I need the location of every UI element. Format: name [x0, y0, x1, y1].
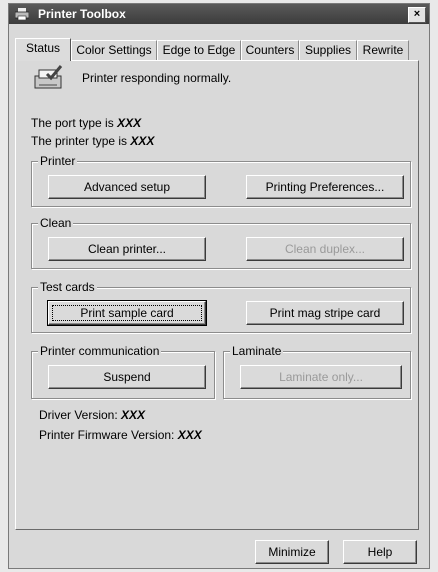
laminate-group-title: Laminate	[230, 344, 284, 358]
firmware-version-value: XXX	[177, 428, 202, 442]
tab-supplies[interactable]: Supplies	[299, 40, 357, 60]
port-type-line: The port type is XXX	[31, 116, 141, 130]
printer-group: Printer Advanced setup Printing Preferen…	[31, 154, 411, 207]
focus-rectangle	[52, 305, 202, 321]
driver-version-value: XXX	[121, 408, 146, 422]
printer-communication-group: Printer communication Suspend	[31, 344, 215, 399]
window-title: Printer Toolbox	[38, 7, 126, 21]
print-sample-card-button[interactable]: Print sample card	[47, 300, 207, 326]
clean-group-title: Clean	[38, 216, 74, 230]
printing-preferences-button[interactable]: Printing Preferences...	[246, 175, 404, 199]
suspend-button[interactable]: Suspend	[48, 365, 206, 389]
firmware-version-label: Printer Firmware Version:	[39, 428, 175, 442]
clean-printer-button[interactable]: Clean printer...	[48, 237, 206, 261]
tab-status[interactable]: Status	[15, 38, 71, 61]
test-cards-group: Test cards Print sample card Print mag s…	[31, 280, 411, 333]
help-button[interactable]: Help	[343, 540, 417, 564]
printer-toolbox-window: Printer Toolbox × Status Color Settings …	[8, 3, 430, 569]
printer-type-line: The printer type is XXX	[31, 134, 154, 148]
firmware-version-line: Printer Firmware Version: XXX	[39, 428, 202, 442]
clean-duplex-button[interactable]: Clean duplex...	[246, 237, 404, 261]
printer-ok-icon	[34, 65, 63, 89]
printer-communication-group-title: Printer communication	[38, 344, 162, 358]
printer-type-value: XXX	[130, 134, 155, 148]
tab-edge-to-edge[interactable]: Edge to Edge	[157, 40, 241, 60]
tab-color-settings[interactable]: Color Settings	[71, 40, 157, 60]
printer-type-label: The printer type is	[31, 134, 128, 148]
title-bar[interactable]: Printer Toolbox ×	[9, 4, 429, 24]
printer-app-icon	[15, 8, 29, 20]
port-type-label: The port type is	[31, 116, 114, 130]
advanced-setup-button[interactable]: Advanced setup	[48, 175, 206, 199]
test-cards-group-title: Test cards	[38, 280, 97, 294]
driver-version-label: Driver Version:	[39, 408, 118, 422]
close-button[interactable]: ×	[408, 7, 426, 23]
printer-group-title: Printer	[38, 154, 78, 168]
tab-counters[interactable]: Counters	[241, 40, 299, 60]
driver-version-line: Driver Version: XXX	[39, 408, 145, 422]
minimize-button[interactable]: Minimize	[255, 540, 329, 564]
clean-group: Clean Clean printer... Clean duplex...	[31, 216, 411, 269]
tab-rewrite[interactable]: Rewrite	[357, 40, 409, 60]
laminate-group: Laminate Laminate only...	[223, 344, 411, 399]
status-message: Printer responding normally.	[82, 71, 232, 85]
laminate-only-button[interactable]: Laminate only...	[240, 365, 402, 389]
print-mag-stripe-card-button[interactable]: Print mag stripe card	[246, 301, 404, 325]
port-type-value: XXX	[117, 116, 142, 130]
